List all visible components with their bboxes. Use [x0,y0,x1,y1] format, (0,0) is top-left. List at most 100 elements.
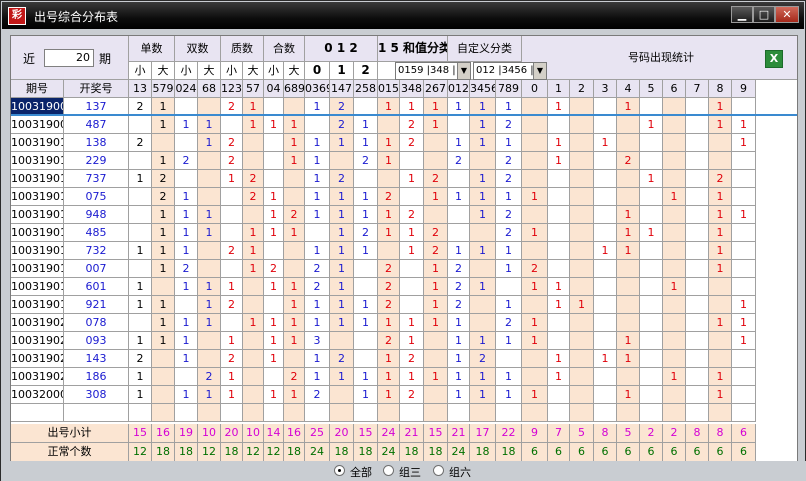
value-cell: 1 [284,152,305,170]
close-button[interactable]: ✕ [775,6,799,23]
draw-number-cell[interactable]: 093 [64,332,129,350]
value-cell [640,332,663,350]
filter-all-radio[interactable] [334,465,345,476]
draw-number-cell[interactable]: 601 [64,278,129,296]
draw-number-cell[interactable]: 007 [64,260,129,278]
value-cell [640,188,663,206]
subtotal-cell: 16 [284,424,305,443]
value-cell: 1 [175,350,198,368]
value-cell: 2 [175,260,198,278]
period-cell[interactable]: 100319014 [11,206,64,224]
period-cell[interactable]: 100319015 [11,224,64,242]
draw-number-cell[interactable]: 921 [64,296,129,314]
value-cell [617,368,640,386]
period-cell[interactable]: 100319021 [11,332,64,350]
sum-category-dropdown[interactable]: 0159 |348 | ▼ [395,62,471,80]
minimize-button[interactable]: ▁ [731,6,753,23]
subtotal-cell: 6 [732,424,756,443]
value-cell [709,296,732,314]
draw-number-cell[interactable]: 078 [64,314,129,332]
value-cell [686,170,709,188]
draw-number-cell[interactable]: 487 [64,116,129,134]
value-cell: 1 [448,386,470,404]
value-cell [570,386,594,404]
value-cell: 1 [400,170,424,188]
custom-category-dropdown[interactable]: 012 |3456 | ▼ [473,62,547,80]
value-cell: 1 [400,242,424,260]
subtotal-cell: 7 [548,424,570,443]
period-cell[interactable]: 100319011 [11,152,64,170]
filter-group3-radio[interactable] [383,465,394,476]
period-cell[interactable]: 100319013 [11,188,64,206]
value-cell: 2 [221,242,243,260]
value-cell [522,368,548,386]
value-cell [198,332,221,350]
value-cell: 2 [470,350,496,368]
value-cell [594,296,617,314]
value-cell [640,152,663,170]
value-cell: 1 [243,260,264,278]
value-cell [152,368,175,386]
period-cell[interactable]: 100319022 [11,350,64,368]
value-cell [243,296,264,314]
value-cell: 1 [305,368,330,386]
value-cell: 1 [548,350,570,368]
value-cell [522,152,548,170]
period-cell[interactable]: 100319012 [11,170,64,188]
draw-number-cell[interactable]: 143 [64,350,129,368]
title-bar[interactable]: 彩 出号综合分布表 ▁ □ ✕ [2,2,804,29]
value-cell: 1 [378,314,400,332]
filter-group6-radio[interactable] [433,465,444,476]
value-cell [198,260,221,278]
empty-cell [330,404,354,422]
chevron-down-icon[interactable]: ▼ [457,63,470,79]
value-cell: 2 [221,350,243,368]
value-cell: 1 [709,242,732,260]
empty-cell [175,404,198,422]
draw-number-cell[interactable]: 732 [64,242,129,260]
period-cell[interactable]: 100319009 [11,116,64,134]
period-cell[interactable]: 100319023 [11,368,64,386]
normal-count-cell: 24 [305,443,330,462]
chevron-down-icon[interactable]: ▼ [533,63,546,79]
empty-cell [129,404,152,422]
value-cell: 2 [129,350,152,368]
period-cell[interactable]: 100319016 [11,242,64,260]
period-cell[interactable]: 100319010 [11,134,64,152]
draw-number-cell[interactable]: 138 [64,134,129,152]
draw-number-cell[interactable]: 737 [64,170,129,188]
period-cell[interactable]: 100319019 [11,296,64,314]
sub-header: 小 [175,62,198,80]
near-periods-input[interactable]: 20 [44,49,94,67]
value-cell [305,116,330,134]
excel-export-icon[interactable]: X [765,50,783,68]
period-cell[interactable]: 100319018 [11,278,64,296]
value-cell: 1 [305,350,330,368]
value-cell: 1 [152,116,175,134]
value-cell: 1 [640,116,663,134]
maximize-button[interactable]: □ [753,6,775,23]
period-cell[interactable]: 100319020 [11,314,64,332]
selection-line [11,114,797,116]
value-cell [264,170,284,188]
period-cell[interactable]: 100320001 [11,386,64,404]
draw-number-cell[interactable]: 186 [64,368,129,386]
draw-number-cell[interactable]: 308 [64,386,129,404]
draw-number-cell[interactable]: 075 [64,188,129,206]
value-cell: 2 [354,152,378,170]
number-stats-header: 号码出现统计 [522,36,797,80]
value-cell: 1 [732,296,756,314]
period-cell[interactable]: 100319017 [11,260,64,278]
value-cell: 1 [221,386,243,404]
value-cell: 1 [264,116,284,134]
value-cell [686,134,709,152]
value-cell [198,350,221,368]
value-cell: 1 [330,224,354,242]
column-header: 689 [284,80,305,98]
value-cell: 1 [522,224,548,242]
draw-number-cell[interactable]: 229 [64,152,129,170]
value-cell: 1 [663,278,686,296]
draw-number-cell[interactable]: 485 [64,224,129,242]
value-cell: 1 [594,134,617,152]
draw-number-cell[interactable]: 948 [64,206,129,224]
